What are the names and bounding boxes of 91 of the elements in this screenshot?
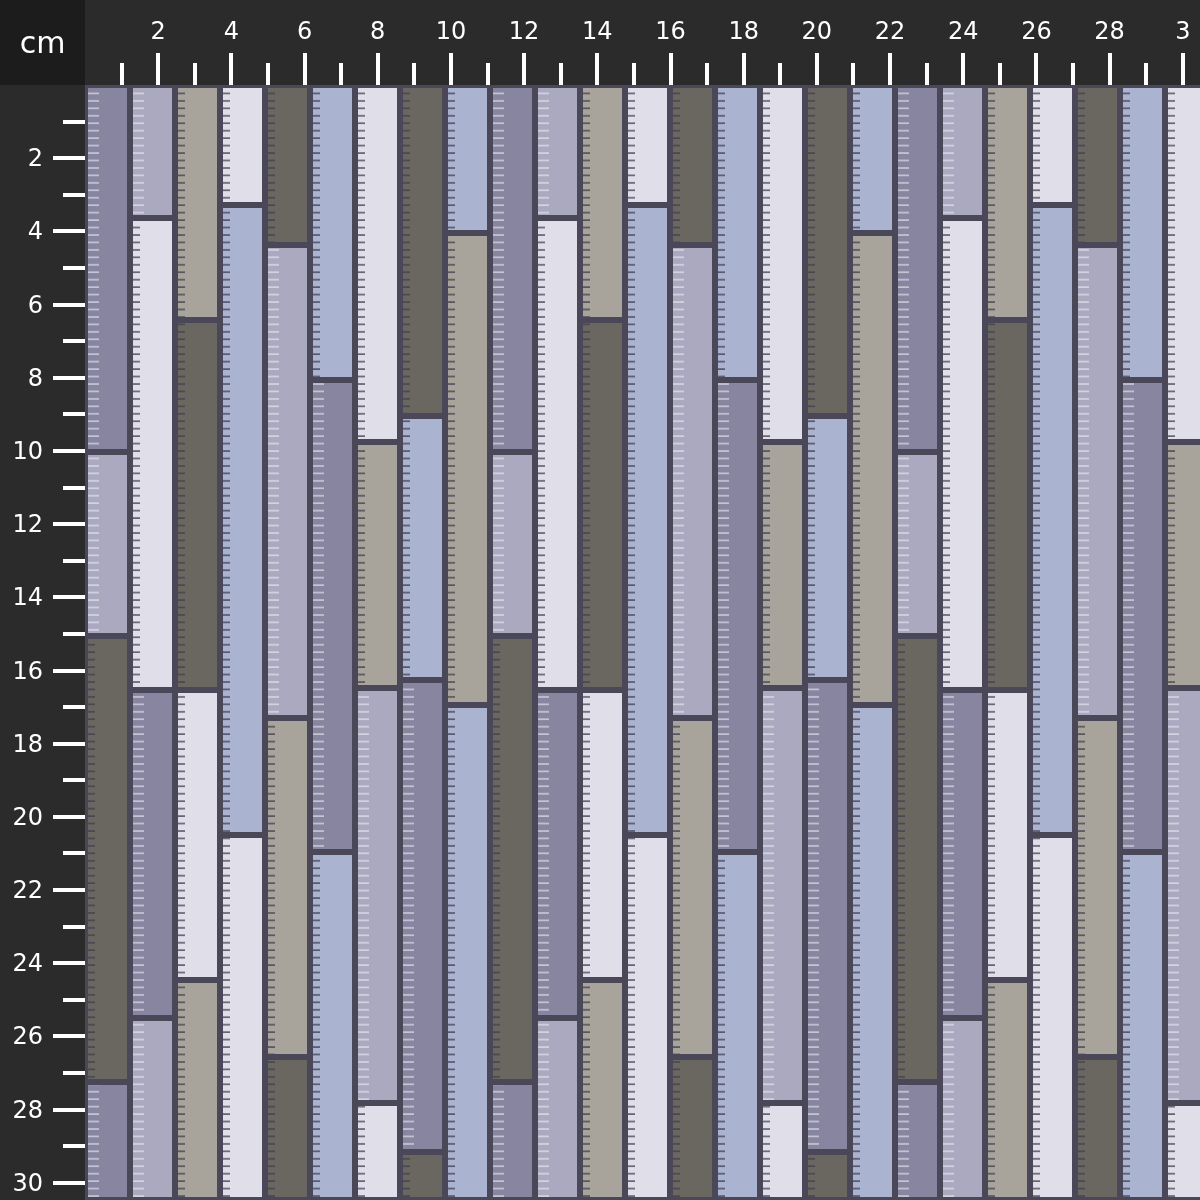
- ruler-tick: [595, 53, 600, 85]
- ruler-label: 14: [582, 17, 613, 45]
- ruler-tick: [229, 53, 234, 85]
- ruler-label: 4: [27, 217, 43, 246]
- ruler-label: 22: [874, 17, 906, 45]
- ruler-tick: [63, 412, 85, 417]
- ruler-label: 6: [296, 17, 313, 45]
- ruler-label: 18: [12, 729, 43, 758]
- ruler-tick: [814, 53, 819, 85]
- ruler-tick: [1107, 53, 1112, 85]
- ruler-label: 3: [1175, 17, 1191, 45]
- ruler-label: 20: [801, 17, 833, 45]
- ruler-label: 14: [12, 583, 43, 612]
- ruler-tick: [63, 119, 85, 124]
- ruler-tick: [53, 595, 85, 600]
- ruler-label: 10: [435, 17, 467, 45]
- ruler-tick: [63, 1071, 85, 1076]
- ruler-tick: [53, 814, 85, 819]
- ruler-tick: [522, 53, 527, 85]
- ruler-label: 26: [12, 1022, 43, 1051]
- ruler-tick: [53, 1107, 85, 1112]
- ruler-tick: [741, 53, 746, 85]
- ruler-tick: [339, 63, 344, 85]
- ruler-tick: [53, 1034, 85, 1039]
- ruler-tick: [63, 558, 85, 563]
- ruler-tick: [1144, 63, 1149, 85]
- ruler-tick: [778, 63, 783, 85]
- ruler-label: 4: [223, 17, 239, 45]
- ruler-tick: [997, 63, 1002, 85]
- ruler-tick: [53, 375, 85, 380]
- ruler-label: 30: [12, 1168, 43, 1197]
- ruler-tick: [53, 302, 85, 307]
- ruler-tick: [53, 741, 85, 746]
- ruler-tick: [53, 888, 85, 893]
- ruler-tick: [63, 997, 85, 1002]
- ruler-tick: [53, 668, 85, 673]
- ruler-label: 6: [27, 290, 43, 319]
- ruler-label: 24: [947, 17, 979, 45]
- ruler-label: 2: [27, 144, 43, 173]
- ruler-tick: [668, 53, 673, 85]
- ruler-tick: [53, 1180, 85, 1185]
- ruler-tick: [63, 778, 85, 783]
- ruler-label: 28: [12, 1095, 43, 1124]
- ruler-tick: [63, 1144, 85, 1149]
- ruler-tick: [53, 961, 85, 966]
- ruler-tick: [1034, 53, 1039, 85]
- ruler-label: 8: [370, 17, 386, 45]
- ruler-tick: [63, 192, 85, 197]
- ruler-tick: [302, 53, 307, 85]
- ruler-label: 20: [12, 802, 43, 831]
- ruler-tick: [63, 485, 85, 490]
- ruler-label: 28: [1094, 17, 1125, 45]
- ruler-tick: [558, 63, 563, 85]
- ruler-tick: [192, 63, 197, 85]
- ruler-tick: [119, 63, 124, 85]
- ruler-label: 18: [728, 17, 759, 45]
- ruler-tick: [1180, 53, 1185, 85]
- ruler-tick: [851, 63, 856, 85]
- ruler-tick: [888, 53, 893, 85]
- ruler-tick: [924, 63, 929, 85]
- ruler-tick: [63, 705, 85, 710]
- ruler-tick: [53, 448, 85, 453]
- ruler-label: 24: [12, 949, 43, 978]
- ruler-tick: [63, 339, 85, 344]
- ruler-tick: [53, 156, 85, 161]
- ruler-label: 22: [12, 876, 43, 905]
- ruler-label: 8: [27, 363, 43, 392]
- ruler-tick: [63, 851, 85, 856]
- ruler-label: 2: [150, 17, 166, 45]
- ruler-tick: [265, 63, 270, 85]
- ruler-label: 26: [1021, 17, 1052, 45]
- ruler-tick: [63, 924, 85, 929]
- ruler-label: 16: [655, 17, 686, 45]
- ruler-label: 10: [12, 436, 43, 465]
- ruler-label: 16: [12, 656, 43, 685]
- ruler-tick: [63, 631, 85, 636]
- ruler-tick: [53, 522, 85, 527]
- ruler-label: 12: [508, 17, 540, 45]
- ruler-tick: [63, 265, 85, 270]
- ruler-tick: [53, 229, 85, 234]
- ruler-tick: [1071, 63, 1076, 85]
- ruler-label: 12: [12, 510, 43, 539]
- ruler-tick: [412, 63, 417, 85]
- ruler-tick: [631, 63, 636, 85]
- ruler-tick: [156, 53, 161, 85]
- ruler-tick: [705, 63, 710, 85]
- ruler-tick: [485, 63, 490, 85]
- unit-label: cm: [0, 0, 85, 85]
- ruler-tick: [375, 53, 380, 85]
- ruler-tick: [961, 53, 966, 85]
- ruler-tick: [448, 53, 453, 85]
